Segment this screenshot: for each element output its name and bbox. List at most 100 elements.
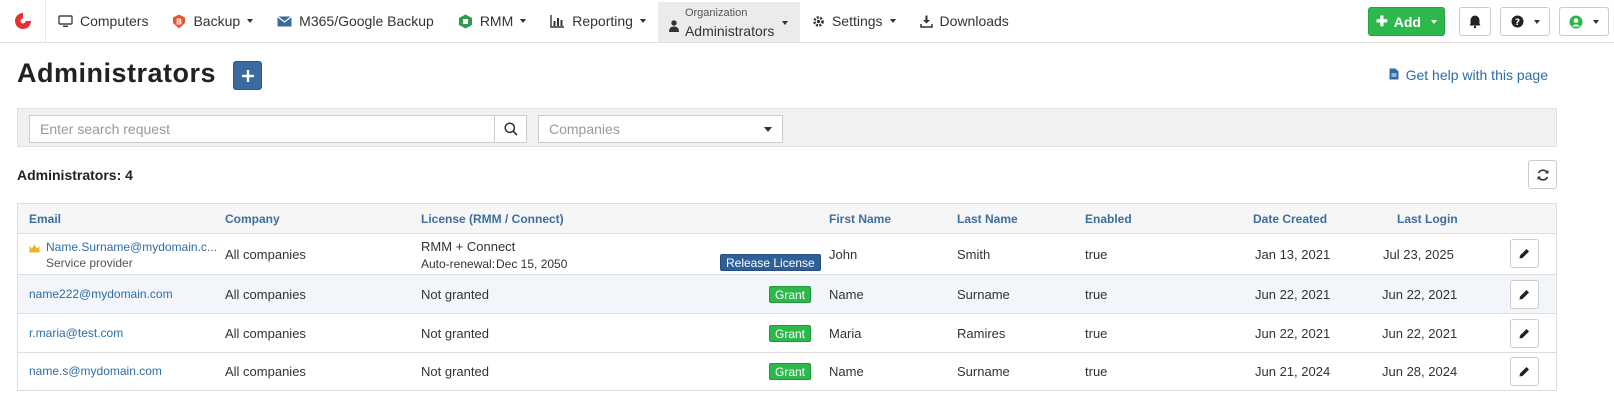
help-link[interactable]: Get help with this page [1389,67,1548,83]
download-icon [919,15,933,28]
refresh-icon [1537,168,1548,181]
plus-icon: ✚ [1376,13,1388,29]
nav-computers[interactable]: Computers [46,0,160,43]
user-icon [668,20,679,32]
page-title: Administrators [17,58,217,88]
pencil-icon [1519,329,1529,339]
date-created-cell: Jan 13, 2021 [1255,247,1331,262]
email-link[interactable]: name222@mydomain.com [29,287,173,301]
nav-reporting[interactable]: Reporting [538,0,658,43]
grant-button[interactable]: Grant [769,325,812,342]
column-first-name[interactable]: First Name [829,212,891,226]
last-name-cell: Ramires [957,326,1006,341]
search-icon [503,122,518,136]
email-link[interactable]: r.maria@test.com [29,326,123,340]
table-row: Name.Surname@mydomain.c... Service provi… [18,234,1556,275]
help-menu-button[interactable]: ? [1500,7,1550,36]
add-administrator-button[interactable] [233,61,262,90]
bar-chart-icon [550,14,565,28]
edit-button[interactable] [1510,357,1539,386]
refresh-button[interactable] [1528,160,1557,189]
first-name-cell: John [829,247,858,262]
chevron-down-icon [247,19,254,23]
administrators-count: Administrators: 4 [17,167,133,183]
column-last-login[interactable]: Last Login [1397,212,1458,226]
search-button[interactable] [494,115,527,143]
company-cell: All companies [225,326,306,341]
nav-reporting-label: Reporting [572,13,633,29]
enabled-cell: true [1085,364,1108,379]
rmm-icon [458,14,473,29]
brand-logo-icon [14,13,31,29]
document-icon [1389,67,1399,83]
grant-button[interactable]: Grant [769,363,812,380]
nav-downloads[interactable]: Downloads [908,0,1021,43]
column-date-created[interactable]: Date Created [1253,212,1327,226]
user-circle-icon [1569,15,1583,28]
last-name-cell: Surname [957,287,1010,302]
edit-button[interactable] [1510,280,1539,309]
last-login-cell: Jul 23, 2025 [1383,247,1454,262]
edit-button[interactable] [1510,319,1539,348]
help-link-label: Get help with this page [1405,67,1548,83]
plus-icon [241,69,254,82]
nav-backup[interactable]: B Backup [160,0,265,43]
release-license-button[interactable]: Release License [720,254,821,271]
nav-settings[interactable]: Settings [800,0,908,43]
logo[interactable] [0,0,46,43]
pencil-icon [1519,290,1529,300]
license-cell: Not granted [421,326,489,341]
company-cell: All companies [225,247,306,262]
nav-m365-label: M365/Google Backup [299,13,434,29]
nav-backup-label: Backup [193,13,241,29]
column-license[interactable]: License (RMM / Connect) [421,212,564,226]
nav-rmm[interactable]: RMM [446,0,538,43]
chevron-down-icon [781,21,788,25]
svg-text:B: B [176,17,182,26]
enabled-cell: true [1085,247,1108,262]
nav-downloads-label: Downloads [939,13,1009,29]
last-login-cell: Jun 22, 2021 [1382,287,1458,302]
chevron-down-icon [889,19,896,23]
chevron-down-icon [520,19,527,23]
date-created-cell: Jun 22, 2021 [1255,287,1331,302]
column-last-name[interactable]: Last Name [957,212,1018,226]
nav-computers-label: Computers [80,13,149,29]
company-cell: All companies [225,287,306,302]
last-login-cell: Jun 28, 2024 [1382,364,1458,379]
chevron-down-icon [764,126,772,132]
email-link[interactable]: Name.Surname@mydomain.c... [46,240,217,254]
column-company[interactable]: Company [225,212,280,226]
companies-select[interactable]: Companies [538,115,783,143]
last-name-cell: Smith [957,247,991,262]
column-enabled[interactable]: Enabled [1085,212,1132,226]
pencil-icon [1519,249,1529,259]
notifications-button[interactable] [1459,7,1491,36]
bell-icon [1469,15,1481,28]
edit-button[interactable] [1510,239,1539,268]
add-button[interactable]: ✚ Add [1368,7,1445,36]
column-email[interactable]: Email [29,212,61,226]
nav-organization[interactable]: Organization Administrators [657,2,800,42]
table-row: name222@mydomain.com All companies Not g… [18,275,1556,314]
auto-renewal-date: Dec 15, 2050 [496,257,568,271]
grant-button[interactable]: Grant [769,286,812,303]
license-cell: RMM + Connect [421,239,516,254]
role-label: Service provider [46,256,133,270]
chevron-down-icon [1533,19,1540,24]
nav-m365-google-backup[interactable]: M365/Google Backup [265,0,446,43]
account-menu-button[interactable] [1559,7,1609,36]
last-name-cell: Surname [957,364,1010,379]
add-button-label: Add [1393,13,1421,30]
gear-icon [812,15,825,28]
date-created-cell: Jun 21, 2024 [1255,364,1331,379]
auto-renewal-label: Auto-renewal: [421,257,496,271]
crown-icon [29,241,40,256]
chevron-down-icon [1593,19,1599,24]
nav-organization-label: Administrators [684,23,775,39]
email-link[interactable]: name.s@mydomain.com [29,364,162,378]
search-input[interactable]: Enter search request [29,115,495,143]
first-name-cell: Name [829,287,864,302]
top-navbar: Computers B Backup M365/Google Backup RM… [0,0,1614,43]
envelope-icon [277,15,293,27]
